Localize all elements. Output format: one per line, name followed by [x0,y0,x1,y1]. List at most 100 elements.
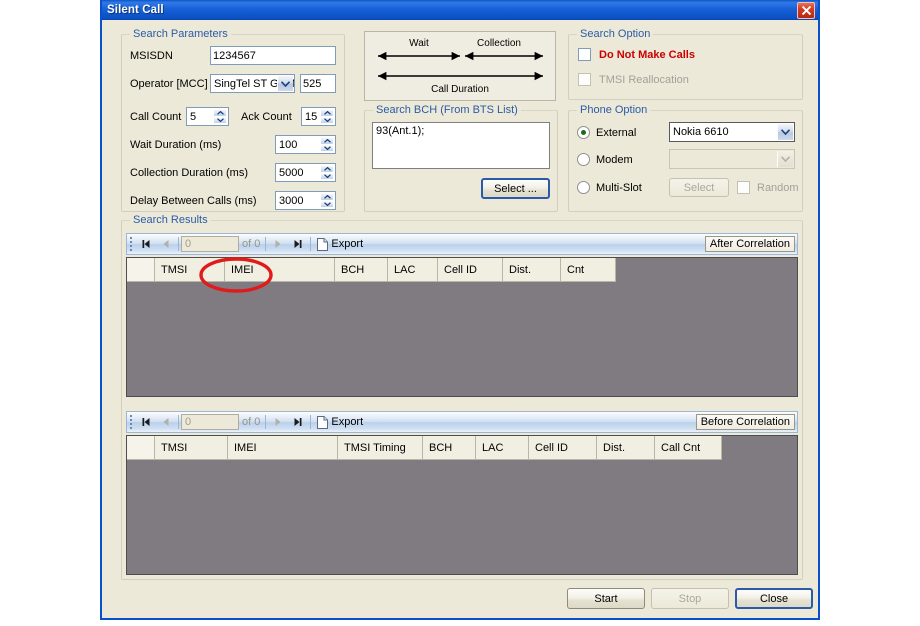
spin-down-icon[interactable] [320,172,334,180]
spin-down-icon[interactable] [320,200,334,208]
column-header-call-cnt[interactable]: Call Cnt [655,436,722,459]
collection-duration-spin-buttons[interactable] [320,165,334,180]
ack-count-value: 15 [305,110,318,123]
collection-duration-label: Collection Duration (ms) [130,167,248,179]
spin-up-icon[interactable] [320,109,334,117]
export-button-before[interactable]: Export [313,415,367,429]
multislot-select-button: Select [669,178,729,197]
phone-option-external-label: External [596,127,637,139]
phone-option-external-radio[interactable] [577,126,590,139]
tmsi-reallocation-label: TMSI Reallocation [599,74,689,86]
column-header-tmsi-timing[interactable]: TMSI Timing [338,436,423,459]
before-correlation-navbar: 0 of 0 Export Before Correlation [126,411,798,433]
search-option-title: Search Option [577,28,654,40]
column-header-tmsi[interactable]: TMSI [155,436,228,459]
page-count-label: of 0 [242,238,261,250]
call-count-stepper[interactable]: 5 [186,107,229,126]
external-phone-value: Nokia 6610 [673,126,729,138]
spin-down-icon[interactable] [320,144,334,152]
after-correlation-tab[interactable]: After Correlation [704,236,795,252]
wait-duration-stepper[interactable]: 100 [275,135,336,154]
spin-up-icon[interactable] [213,109,227,117]
operator-combobox[interactable]: SingTel ST GSM [210,74,295,93]
divider [178,237,179,251]
column-header-bch[interactable]: BCH [335,258,388,281]
grip-icon[interactable] [127,234,136,254]
spin-up-icon[interactable] [320,137,334,145]
row-selector-corner [127,258,155,281]
column-header-lac[interactable]: LAC [388,258,438,281]
before-correlation-grid[interactable]: TMSI IMEI TMSI Timing BCH LAC Cell ID Di… [126,435,798,575]
random-checkbox [737,181,750,194]
divider [178,415,179,429]
previous-page-button[interactable] [156,412,176,432]
wait-duration-spin-buttons[interactable] [320,137,334,152]
start-button[interactable]: Start [567,588,645,609]
stop-button: Stop [651,588,729,609]
call-count-spin-buttons[interactable] [213,109,227,124]
chevron-down-icon[interactable] [777,124,793,140]
delay-between-calls-stepper[interactable]: 3000 [275,191,336,210]
ack-count-spin-buttons[interactable] [320,109,334,124]
modem-combobox [669,149,795,169]
divider [265,415,267,429]
spin-down-icon[interactable] [213,116,227,124]
column-header-imei[interactable]: IMEI [225,258,335,281]
column-header-cellid[interactable]: Cell ID [529,436,597,459]
phone-option-multislot-radio[interactable] [577,181,590,194]
before-correlation-header-row: TMSI IMEI TMSI Timing BCH LAC Cell ID Di… [127,436,722,460]
next-page-button[interactable] [268,412,288,432]
close-button-label: Close [759,592,789,605]
bch-listbox[interactable]: 93(Ant.1); [372,122,550,169]
random-label: Random [757,182,799,194]
search-results-title: Search Results [130,214,211,226]
divider [310,237,312,251]
column-header-dist[interactable]: Dist. [503,258,561,281]
phone-option-group: Phone Option External Nokia 6610 Modem M… [568,104,803,212]
after-correlation-grid[interactable]: TMSI IMEI BCH LAC Cell ID Dist. Cnt [126,257,798,397]
msisdn-input[interactable]: 1234567 [210,46,336,65]
first-page-button[interactable] [136,234,156,254]
select-bch-button[interactable]: Select ... [481,178,550,199]
last-page-button[interactable] [288,234,308,254]
window-client-area: Search Parameters MSISDN 1234567 Operato… [102,20,818,618]
close-icon[interactable] [797,2,815,19]
spin-up-icon[interactable] [320,193,334,201]
close-button[interactable]: Close [735,588,813,609]
first-page-button[interactable] [136,412,156,432]
export-button-after[interactable]: Export [313,237,367,251]
chevron-down-icon[interactable] [277,76,293,91]
msisdn-label: MSISDN [130,50,173,62]
spin-down-icon[interactable] [320,116,334,124]
column-header-cellid[interactable]: Cell ID [438,258,503,281]
search-bch-title: Search BCH (From BTS List) [373,104,521,116]
ack-count-label: Ack Count [241,111,292,123]
collection-duration-stepper[interactable]: 5000 [275,163,336,182]
ack-count-stepper[interactable]: 15 [301,107,336,126]
page-count-label: of 0 [242,416,261,428]
next-page-button[interactable] [268,234,288,254]
external-phone-combobox[interactable]: Nokia 6610 [669,122,795,142]
bch-listbox-value: 93(Ant.1); [376,125,425,137]
page-number-input[interactable]: 0 [181,236,239,252]
last-page-button[interactable] [288,412,308,432]
phone-option-modem-radio[interactable] [577,153,590,166]
phone-option-multislot-label: Multi-Slot [596,182,642,194]
previous-page-button[interactable] [156,234,176,254]
mcc-input[interactable]: 525 [300,74,336,93]
column-header-dist[interactable]: Dist. [597,436,655,459]
column-header-cnt[interactable]: Cnt [561,258,616,281]
column-header-bch[interactable]: BCH [423,436,476,459]
column-header-imei[interactable]: IMEI [228,436,338,459]
delay-between-calls-spin-buttons[interactable] [320,193,334,208]
do-not-make-calls-checkbox[interactable] [578,48,591,61]
before-correlation-tab[interactable]: Before Correlation [695,414,795,430]
svg-text:Wait: Wait [409,38,429,49]
after-correlation-header-row: TMSI IMEI BCH LAC Cell ID Dist. Cnt [127,258,616,282]
wait-duration-label: Wait Duration (ms) [130,139,222,151]
column-header-tmsi[interactable]: TMSI [155,258,225,281]
page-number-input[interactable]: 0 [181,414,239,430]
spin-up-icon[interactable] [320,165,334,173]
grip-icon[interactable] [127,412,136,432]
column-header-lac[interactable]: LAC [476,436,529,459]
